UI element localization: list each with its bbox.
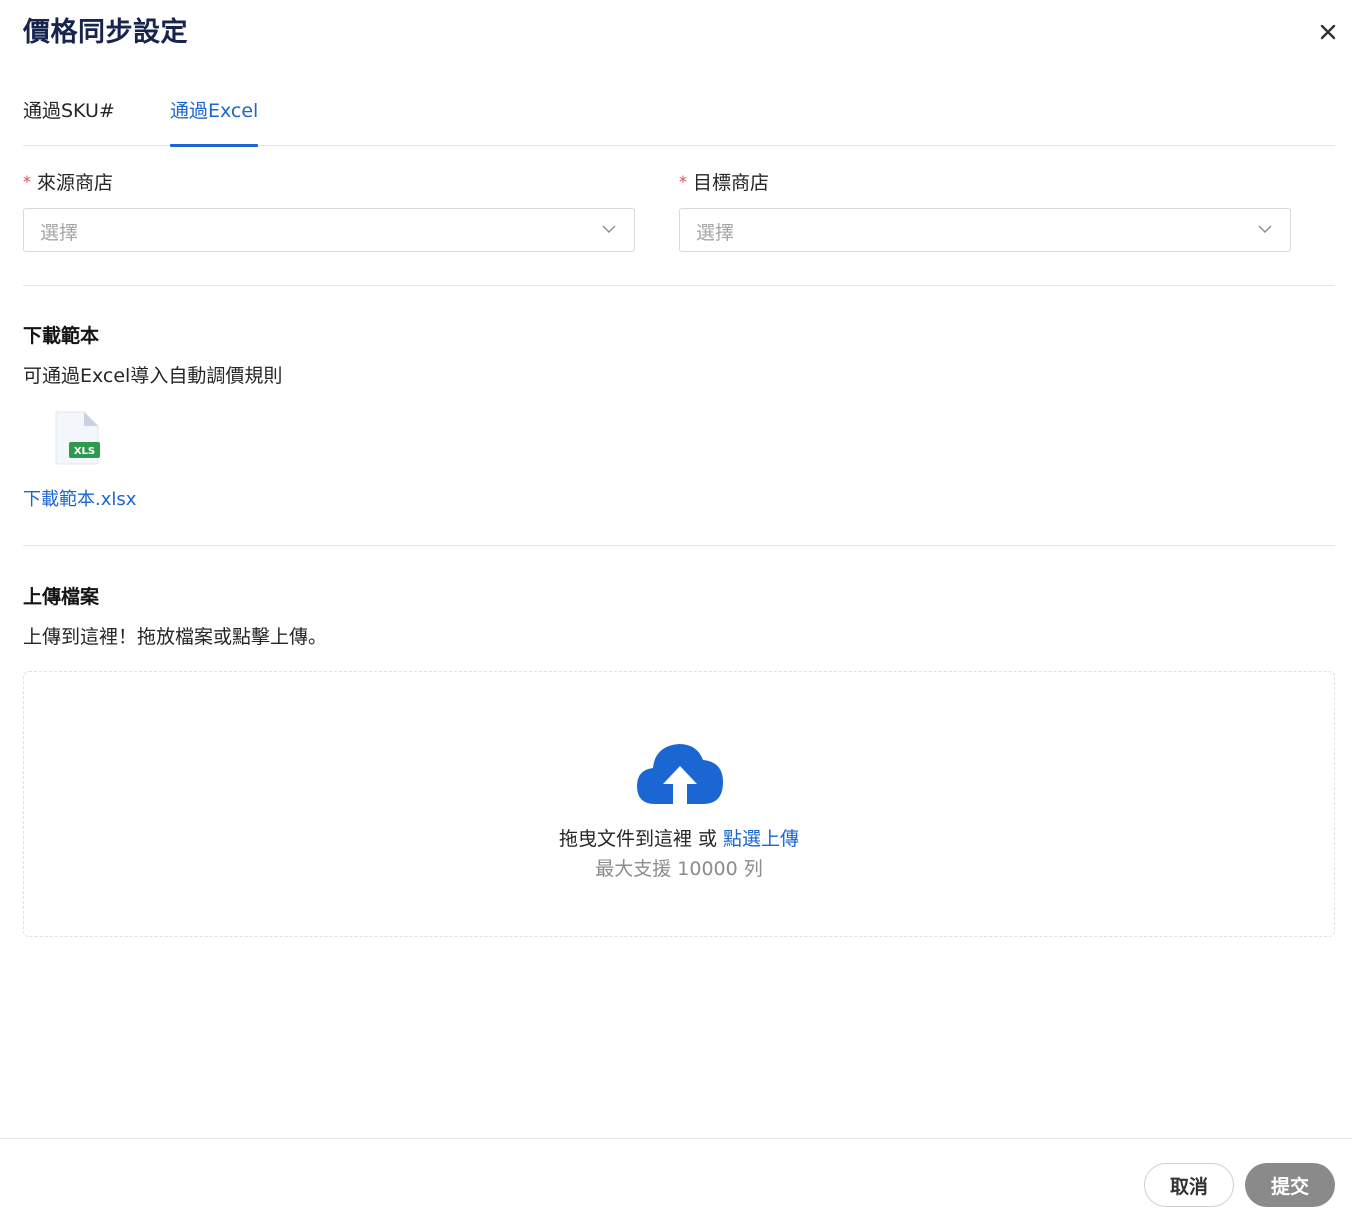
source-store-select[interactable]: 選擇	[23, 208, 635, 252]
dropzone-text: 拖曳文件到這裡 或	[558, 828, 724, 850]
download-description: 可通過Excel導入自動調價規則	[23, 365, 283, 387]
close-button[interactable]	[1314, 18, 1342, 46]
tab-bar: 通過SKU# 通過Excel	[23, 95, 1335, 147]
tab-sku[interactable]: 通過SKU#	[23, 95, 115, 146]
download-section-title: 下載範本	[23, 325, 100, 347]
required-mark: *	[679, 172, 687, 191]
chevron-down-icon	[1258, 225, 1272, 233]
cancel-button[interactable]: 取消	[1144, 1163, 1234, 1207]
tab-excel[interactable]: 通過Excel	[170, 95, 259, 147]
click-upload-link[interactable]: 點選上傳	[723, 828, 799, 850]
upload-section-title: 上傳檔案	[23, 586, 100, 608]
target-store-placeholder: 選擇	[696, 222, 735, 244]
close-icon	[1320, 24, 1336, 40]
dropzone-instruction: 拖曳文件到這裡 或 點選上傳	[24, 824, 1334, 851]
dialog-footer: 取消 提交	[0, 1138, 1352, 1219]
divider	[23, 545, 1335, 546]
divider	[23, 285, 1335, 286]
upload-dropzone[interactable]: 拖曳文件到這裡 或 點選上傳 最大支援 10000 列	[23, 671, 1335, 937]
cloud-upload-icon	[637, 744, 723, 804]
target-store-select[interactable]: 選擇	[679, 208, 1291, 252]
required-mark: *	[23, 172, 31, 191]
download-template-link[interactable]: 下載範本.xlsx	[23, 485, 136, 511]
source-store-label-text: 來源商店	[37, 172, 114, 194]
source-store-placeholder: 選擇	[40, 222, 79, 244]
price-sync-dialog: 價格同步設定 通過SKU# 通過Excel * 來源商店 選擇 * 目標商店 選擇 …	[0, 0, 1352, 1219]
target-store-label: * 目標商店	[679, 168, 769, 195]
chevron-down-icon	[602, 225, 616, 233]
dialog-title: 價格同步設定	[23, 17, 188, 48]
xls-badge-text: XLS	[74, 446, 95, 457]
upload-description: 上傳到這裡！拖放檔案或點擊上傳。	[23, 626, 328, 648]
xls-file-icon[interactable]: XLS	[52, 410, 102, 466]
dropzone-limit: 最大支援 10000 列	[595, 858, 763, 880]
submit-button[interactable]: 提交	[1245, 1163, 1335, 1207]
source-store-label: * 來源商店	[23, 168, 113, 195]
target-store-label-text: 目標商店	[693, 172, 770, 194]
